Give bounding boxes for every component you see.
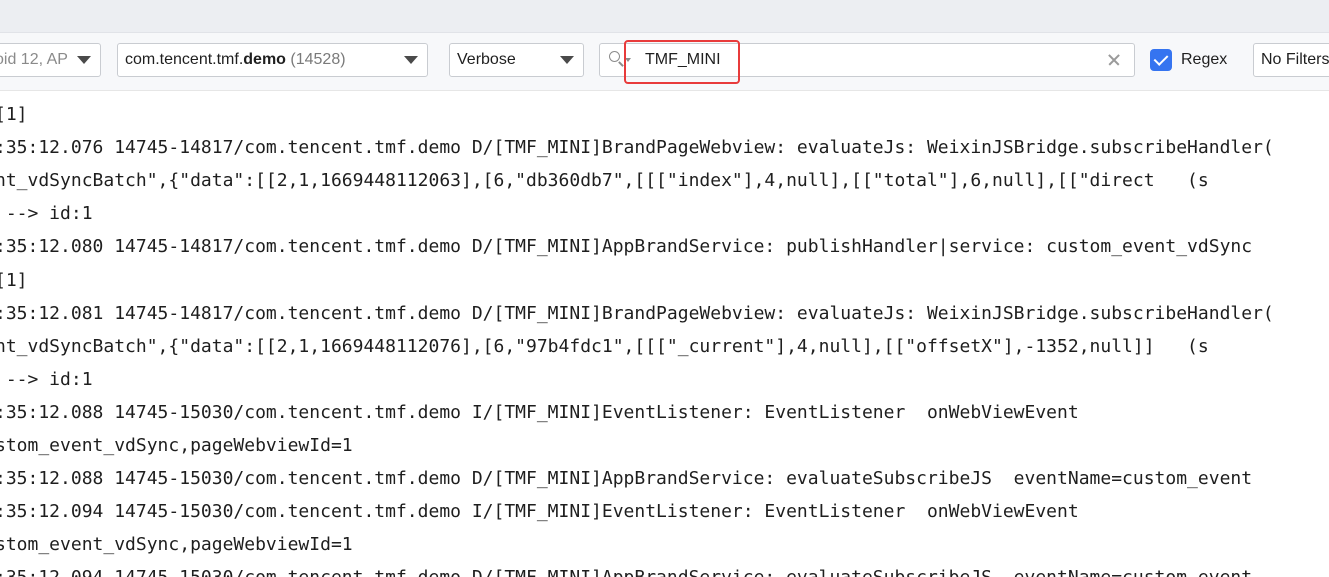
device-selector-value: oid 12, AP [0, 51, 68, 68]
search-icon[interactable] [609, 51, 623, 65]
log-line: :35:12.094 14745-15030/com.tencent.tmf.d… [0, 561, 1252, 577]
log-line: --> id:1 [0, 368, 93, 390]
regex-label[interactable]: Regex [1181, 51, 1227, 69]
log-line: nt_vdSyncBatch",{"data":[[2,1,1669448112… [0, 170, 1209, 192]
process-package-prefix: com.tencent.tmf. [125, 51, 244, 68]
log-line: nt_vdSyncBatch",{"data":[[2,1,1669448112… [0, 335, 1209, 357]
search-input[interactable] [645, 50, 1095, 70]
logcat-toolbar: oid 12, AP com.tencent.tmf.demo (14528) … [0, 33, 1329, 91]
search-history-dropdown-icon[interactable] [625, 58, 631, 62]
logcat-output[interactable]: [1] :35:12.076 14745-14817/com.tencent.tm… [0, 91, 1329, 577]
log-level-selector[interactable]: Verbose [449, 43, 584, 77]
log-search-field[interactable] [599, 43, 1135, 77]
log-line: :35:12.081 14745-14817/com.tencent.tmf.d… [0, 302, 1274, 324]
log-line: :35:12.076 14745-14817/com.tencent.tmf.d… [0, 137, 1274, 159]
process-pid: (14528) [290, 51, 346, 68]
chevron-down-icon[interactable] [551, 44, 583, 76]
window-top-strip [0, 0, 1329, 33]
process-selector-value: com.tencent.tmf.demo (14528) [118, 51, 395, 69]
log-line: [1] [0, 104, 28, 125]
chevron-down-icon[interactable] [68, 44, 100, 76]
chevron-down-icon[interactable] [395, 44, 427, 76]
log-line: stom_event_vdSync,pageWebviewId=1 [0, 435, 353, 456]
process-selector[interactable]: com.tencent.tmf.demo (14528) [117, 43, 428, 77]
log-line: [1] [0, 269, 28, 291]
log-line: :35:12.088 14745-15030/com.tencent.tmf.d… [0, 468, 1253, 490]
regex-checkbox[interactable] [1150, 49, 1172, 71]
process-package-name: demo [243, 51, 286, 68]
device-selector[interactable]: oid 12, AP [0, 43, 101, 77]
filters-selector-value: No Filters [1261, 51, 1329, 68]
log-line: :35:12.080 14745-14817/com.tencent.tmf.d… [0, 236, 1253, 258]
filters-selector[interactable]: No Filters [1253, 43, 1329, 77]
log-line: :35:12.094 14745-15030/com.tencent.tmf.d… [0, 501, 1079, 523]
log-line: stom_event_vdSync,pageWebviewId=1 [0, 534, 353, 556]
log-level-value: Verbose [457, 51, 516, 68]
log-line: :35:12.088 14745-15030/com.tencent.tmf.d… [0, 401, 1079, 423]
clear-search-icon[interactable] [1106, 52, 1122, 68]
log-line: --> id:1 [0, 203, 93, 225]
